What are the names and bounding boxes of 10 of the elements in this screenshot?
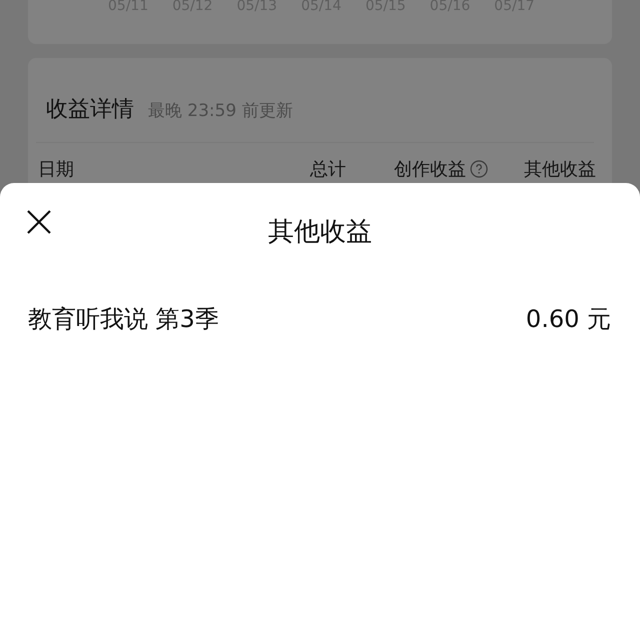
- column-header: 其他收益: [524, 158, 596, 181]
- close-button[interactable]: [26, 209, 52, 235]
- column-header: 创作收益: [394, 158, 466, 181]
- item-name: 教育听我说 第3季: [28, 304, 219, 335]
- help-icon[interactable]: [470, 160, 488, 178]
- column-header: 总计: [310, 158, 346, 181]
- section-title: 收益详情: [46, 96, 134, 124]
- column-header: 日期: [38, 158, 74, 181]
- sheet-title: 其他收益: [268, 216, 372, 249]
- item-amount: 0.60 元: [526, 304, 611, 335]
